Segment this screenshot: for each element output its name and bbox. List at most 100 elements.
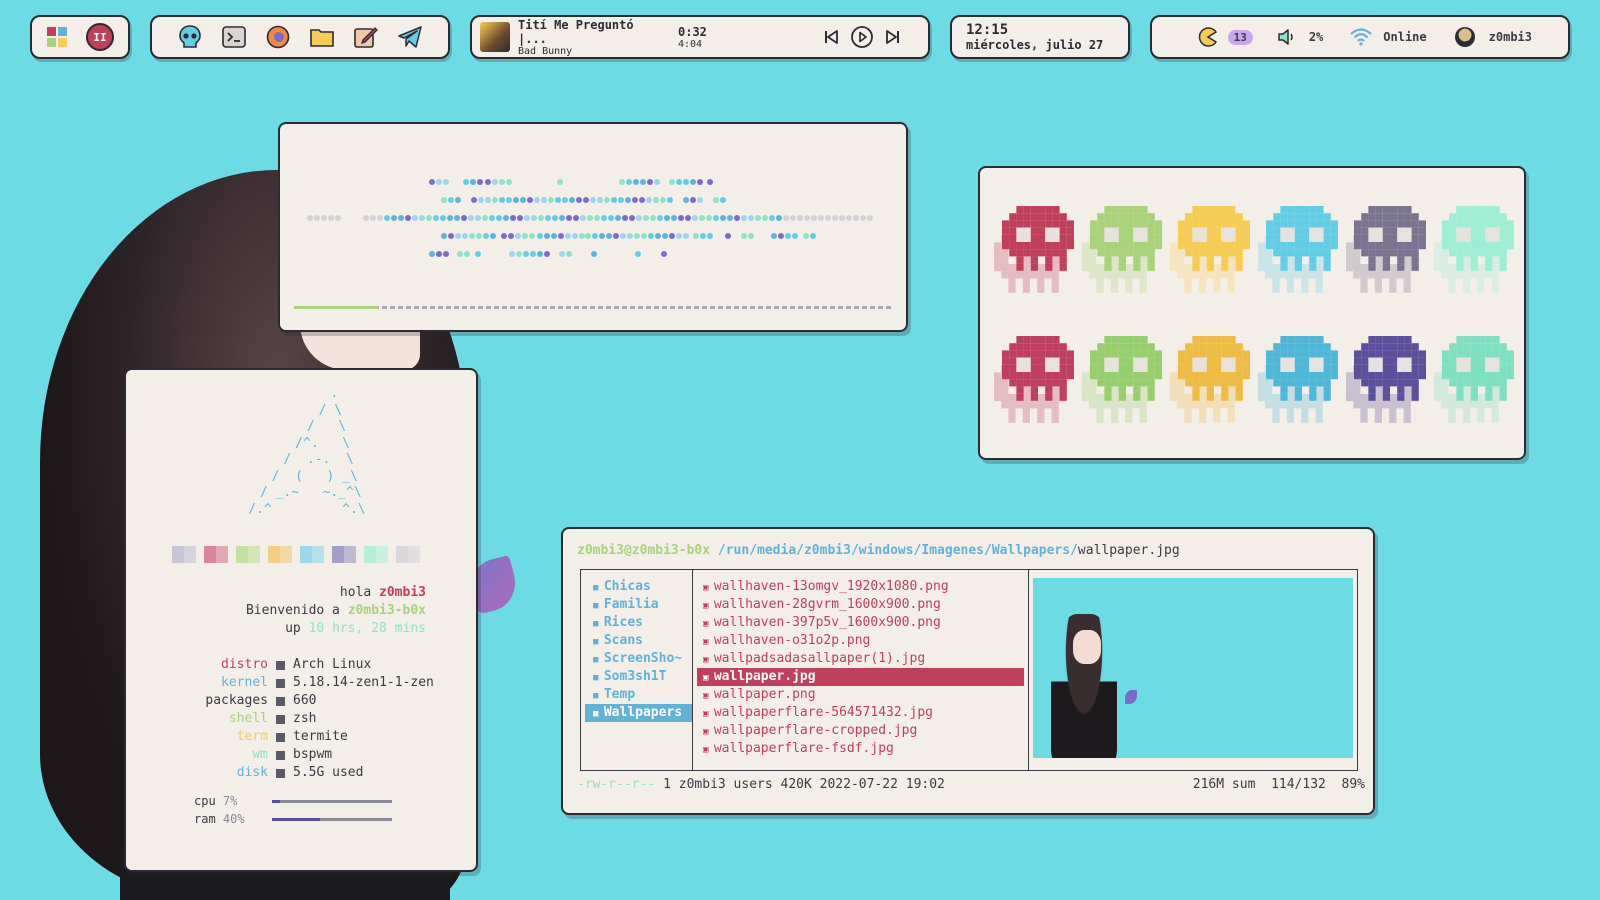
play-icon[interactable] <box>850 25 874 49</box>
image-file-icon: ▣ <box>703 655 714 665</box>
palette-swatch <box>396 546 420 563</box>
file-item[interactable]: ▣ wallpadsadasallpaper(1).jpg <box>693 650 1028 668</box>
terminal-icon[interactable] <box>221 24 247 50</box>
visualizer-dot <box>454 215 460 221</box>
visualizer-dot <box>566 251 572 257</box>
folder-icon: ■ <box>593 601 604 611</box>
visualizer-dot <box>867 215 873 221</box>
cpu-value: 7% <box>222 794 238 808</box>
directory-item[interactable]: ■ ScreenSho~ <box>581 650 692 668</box>
folder-icon[interactable] <box>309 24 335 50</box>
visualizer-dot <box>443 251 449 257</box>
visualizer-dot <box>510 215 516 221</box>
visualizer-dot <box>690 179 696 185</box>
file-item[interactable]: ▣ wallhaven-13omgv_1920x1080.png <box>693 578 1028 596</box>
previous-icon[interactable] <box>822 28 840 46</box>
visualizer-dot <box>436 179 442 185</box>
file-item[interactable]: ▣ wallhaven-397p5v_1600x900.png <box>693 614 1028 632</box>
pacman-icon[interactable] <box>1198 27 1218 47</box>
welcome-word: Bienvenido a <box>245 603 340 618</box>
palette-swatch <box>236 546 260 563</box>
palette-swatch <box>172 546 196 563</box>
pause-glyph: II <box>93 30 107 44</box>
directory-item[interactable]: ■ Som3sh1T <box>581 668 692 686</box>
visualizer-dot <box>636 215 642 221</box>
visualizer-dot <box>464 251 470 257</box>
visualizer-dot <box>412 215 418 221</box>
image-file-icon: ▣ <box>703 583 714 593</box>
visualizer-dot <box>671 215 677 221</box>
file-manager: z0mbi3@z0mbi3-b0x /run/media/z0mbi3/wind… <box>561 527 1375 815</box>
visualizer-dot <box>632 197 638 203</box>
file-name: wallpaper.jpg <box>713 669 816 684</box>
status-pos: 114/132 <box>1271 777 1326 792</box>
clock-module[interactable]: 12:15 miércoles, julio 27 <box>950 15 1130 59</box>
visualizer-dot <box>725 233 731 239</box>
wifi-icon[interactable] <box>1349 27 1373 47</box>
editor-icon[interactable] <box>353 24 379 50</box>
visualizer-progress <box>294 306 892 309</box>
directory-item[interactable]: ■ Scans <box>581 632 692 650</box>
directory-item[interactable]: ■ Rices <box>581 614 692 632</box>
file-item[interactable]: ▣ wallpaper.jpg <box>697 668 1024 686</box>
file-item[interactable]: ▣ wallpaperflare-fsdf.jpg <box>693 740 1028 758</box>
visualizer-dot <box>492 179 498 185</box>
file-item[interactable]: ▣ wallhaven-o31o2p.png <box>693 632 1028 650</box>
directory-item[interactable]: ■ Familia <box>581 596 692 614</box>
visualizer-dot <box>639 197 645 203</box>
visualizer-dot <box>335 215 341 221</box>
visualizer-dot <box>683 197 689 203</box>
visualizer-dot <box>569 197 575 203</box>
windows-grid-icon[interactable] <box>46 26 68 48</box>
next-icon[interactable] <box>884 28 902 46</box>
directory-name: Som3sh1T <box>603 669 667 684</box>
visualizer-dot <box>655 233 661 239</box>
visualizer-dot <box>625 197 631 203</box>
info-row: disk 5.5G used <box>126 764 434 782</box>
visualizer-dot <box>471 197 477 203</box>
status-perms: -rw-r--r-- <box>577 777 656 792</box>
visualizer-dot <box>462 233 468 239</box>
ranger-panes: ■ Chicas ■ Familia ■ Rices ■ Scans ■ ScreenS… <box>580 569 1358 771</box>
firefox-icon[interactable] <box>265 24 291 50</box>
visualizer-dot <box>769 215 775 221</box>
visualizer-dot <box>657 215 663 221</box>
track-elapsed: 0:32 <box>678 24 707 39</box>
skull-icon <box>1258 206 1338 293</box>
visualizer-dot <box>587 215 593 221</box>
info-key: shell <box>228 711 268 726</box>
album-art[interactable] <box>480 22 510 52</box>
visualizer-dot <box>664 215 670 221</box>
file-name: wallhaven-o31o2p.png <box>713 633 871 648</box>
visualizer-dot <box>572 233 578 239</box>
visualizer-dot <box>634 233 640 239</box>
file-item[interactable]: ▣ wallpaper.png <box>693 686 1028 704</box>
telegram-icon[interactable] <box>397 24 423 50</box>
directory-item[interactable]: ■ Wallpapers <box>585 704 692 722</box>
file-item[interactable]: ▣ wallhaven-28gvrm_1600x900.png <box>693 596 1028 614</box>
folder-icon: ■ <box>593 655 604 665</box>
directory-name: Wallpapers <box>603 705 683 720</box>
file-item[interactable]: ▣ wallpaperflare-cropped.jpg <box>693 722 1028 740</box>
directory-item[interactable]: ■ Temp <box>581 686 692 704</box>
visualizer-dot <box>683 233 689 239</box>
volume-icon[interactable] <box>1277 27 1299 47</box>
visualizer-dot <box>669 233 675 239</box>
updates-badge[interactable]: 13 <box>1227 29 1253 45</box>
skull-icon[interactable] <box>177 24 203 50</box>
image-file-icon: ▣ <box>703 727 714 737</box>
visualizer-dot <box>629 215 635 221</box>
directory-item[interactable]: ■ Chicas <box>581 578 692 596</box>
visualizer-dot <box>627 233 633 239</box>
visualizer-dot <box>527 197 533 203</box>
visualizer-dot <box>548 197 554 203</box>
info-bullet <box>276 751 285 760</box>
visualizer-dot <box>825 215 831 221</box>
user-avatar[interactable] <box>1454 27 1475 47</box>
visualizer-dot <box>618 197 624 203</box>
visualizer-dot <box>700 233 706 239</box>
pause-circle-icon[interactable]: II <box>86 23 114 51</box>
file-item[interactable]: ▣ wallpaperflare-564571432.jpg <box>693 704 1028 722</box>
visualizer-dot <box>461 215 467 221</box>
visualizer-dot <box>611 197 617 203</box>
